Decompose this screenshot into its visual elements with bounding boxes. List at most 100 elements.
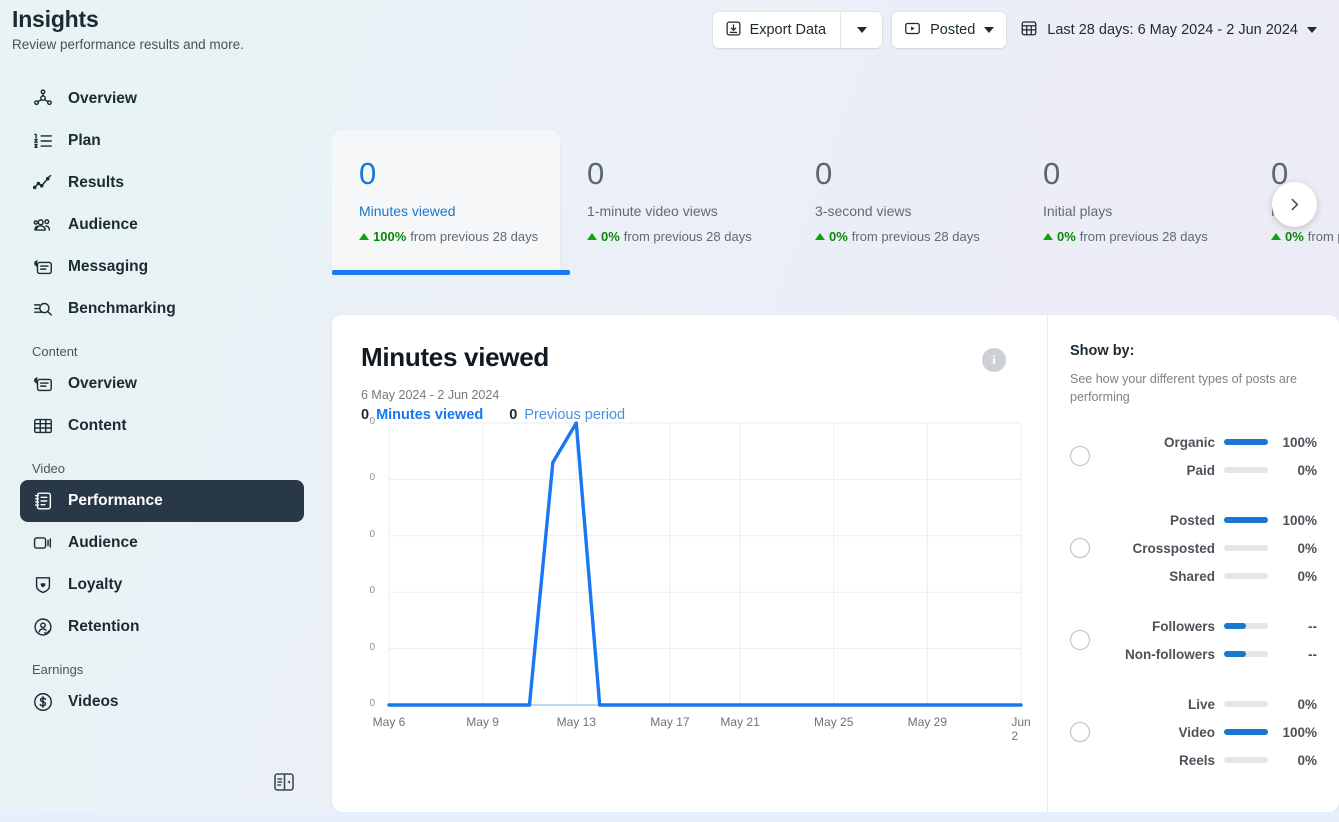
sidebar-item-label: Plan xyxy=(68,132,101,150)
show-by-row: Reels 0% xyxy=(1100,746,1317,774)
show-by-title: Show by: xyxy=(1070,343,1317,359)
show-by-radio-distribution[interactable] xyxy=(1070,446,1090,466)
show-by-row: Shared0% xyxy=(1100,562,1317,590)
sidebar-item-content[interactable]: Content xyxy=(20,405,304,447)
metric-card[interactable]: 0Minutes viewed100%from previous 28 days xyxy=(332,130,560,275)
chart-title: Minutes viewed xyxy=(361,342,1047,373)
export-data-button[interactable]: Export Data xyxy=(713,12,841,48)
show-by-row: Organic100% xyxy=(1100,428,1317,456)
sidebar-item-messaging[interactable]: Messaging xyxy=(20,246,304,288)
x-axis-tick-label: May 17 xyxy=(650,715,689,729)
show-by-group-media-type: Live0%Video100%Reels0% xyxy=(1070,690,1317,774)
date-range-picker[interactable]: Last 28 days: 6 May 2024 - 2 Jun 2024 xyxy=(1016,19,1321,41)
page-header: Insights Review performance results and … xyxy=(12,6,244,52)
sidebar-item-label: Retention xyxy=(68,618,139,636)
show-by-row-label: Reels xyxy=(1100,753,1215,768)
sidebar-item-plan[interactable]: Plan xyxy=(20,120,304,162)
show-by-row-value: 100% xyxy=(1277,513,1317,528)
metrics-next-button[interactable] xyxy=(1272,182,1317,227)
sidebar-item-retention[interactable]: Retention xyxy=(20,606,304,648)
show-by-row-label: Followers xyxy=(1100,619,1215,634)
sidebar-collapse-button[interactable] xyxy=(272,770,296,794)
metric-label: 1-minute video views xyxy=(587,203,788,219)
sidebar-item-benchmarking[interactable]: Benchmarking xyxy=(20,288,304,330)
show-by-row-label: Video xyxy=(1100,725,1215,740)
show-by-row-bar xyxy=(1224,623,1268,629)
posted-filter-group[interactable]: Posted xyxy=(892,12,1006,48)
sidebar-item-loyalty[interactable]: Loyalty xyxy=(20,564,304,606)
metric-delta-value: 0% xyxy=(1057,229,1076,244)
export-data-button-group[interactable]: Export Data xyxy=(713,12,883,48)
trend-up-icon xyxy=(587,233,597,240)
calendar-icon xyxy=(1020,19,1038,41)
metric-card[interactable]: 03-second views0%from previous 28 days xyxy=(788,130,1016,275)
sidebar-item-overview[interactable]: Overview xyxy=(20,78,304,120)
sidebar-group-label: Content xyxy=(32,344,320,359)
show-by-radio-media-type[interactable] xyxy=(1070,722,1090,742)
sidebar-item-performance[interactable]: Performance xyxy=(20,480,304,522)
bottom-strip xyxy=(0,812,1339,822)
metric-delta-value: 100% xyxy=(373,229,406,244)
show-by-row-bar xyxy=(1224,439,1268,445)
info-icon[interactable]: i xyxy=(982,348,1006,372)
trend-up-icon xyxy=(359,233,369,240)
metric-delta-suffix: from previous 28 days xyxy=(1308,229,1339,244)
show-by-row: Video 100% xyxy=(1100,718,1317,746)
show-by-row: Paid0% xyxy=(1100,456,1317,484)
sidebar-item-label: Overview xyxy=(68,90,137,108)
x-axis-tick-label: May 21 xyxy=(720,715,759,729)
notebook-icon xyxy=(32,490,54,512)
show-by-row-bar xyxy=(1224,573,1268,579)
sidebar-item-results[interactable]: Results xyxy=(20,162,304,204)
show-by-row-value: 0% xyxy=(1277,753,1317,768)
sidebar-item-label: Overview xyxy=(68,375,137,393)
metric-card[interactable]: 01-minute video views0%from previous 28 … xyxy=(560,130,788,275)
x-axis-tick-label: May 29 xyxy=(908,715,947,729)
metric-delta-suffix: from previous 28 days xyxy=(852,229,980,244)
metric-delta: 0%from previous 28 days xyxy=(1271,229,1339,244)
show-by-row-bar xyxy=(1224,729,1268,735)
metric-delta: 100% from previous 28 days xyxy=(359,229,560,244)
metric-value: 0 xyxy=(1043,158,1244,189)
sidebar-item-label: Results xyxy=(68,174,124,192)
show-by-group-distribution: Organic100%Paid0% xyxy=(1070,428,1317,484)
show-by-radio-post-type[interactable] xyxy=(1070,538,1090,558)
show-by-row-value: 100% xyxy=(1277,725,1317,740)
metric-card-strip: 0 Minutes viewed 100% from previous 28 days… xyxy=(332,130,1339,275)
chart-date-range: 6 May 2024 - 2 Jun 2024 xyxy=(361,388,1047,402)
show-by-row-bar xyxy=(1224,651,1268,657)
sidebar-item-label: Messaging xyxy=(68,258,148,276)
show-by-row-label: Paid xyxy=(1100,463,1215,478)
metric-label: Minutes viewed xyxy=(359,203,560,219)
chevron-down-icon xyxy=(857,27,867,33)
show-by-description: See how your different types of posts ar… xyxy=(1070,370,1317,406)
metric-card[interactable]: 0Initial plays0%from previous 28 days xyxy=(1016,130,1244,275)
show-by-row-value: 0% xyxy=(1277,569,1317,584)
posted-filter-button[interactable]: Posted xyxy=(892,12,1006,48)
metric-label: Initial plays xyxy=(1043,203,1244,219)
network-nodes-icon xyxy=(32,88,54,110)
metric-value: 0 xyxy=(587,158,788,189)
sidebar-item-label: Benchmarking xyxy=(68,300,176,318)
show-by-radio-follower-status[interactable] xyxy=(1070,630,1090,650)
trend-up-icon xyxy=(1043,233,1053,240)
show-by-row-value: 100% xyxy=(1277,435,1317,450)
sidebar-item-overview[interactable]: Overview xyxy=(20,363,304,405)
sidebar-item-audience[interactable]: Audience xyxy=(20,522,304,564)
show-by-row-value: -- xyxy=(1277,647,1317,662)
metric-delta-suffix: from previous 28 days xyxy=(410,229,538,244)
x-axis-tick-label: May 13 xyxy=(557,715,596,729)
sidebar-item-audience[interactable]: Audience xyxy=(20,204,304,246)
message-cards-icon xyxy=(32,256,54,278)
date-range-label: Last 28 days: 6 May 2024 - 2 Jun 2024 xyxy=(1047,22,1298,38)
video-play-icon xyxy=(904,20,921,41)
show-by-row: Non-followers-- xyxy=(1100,640,1317,668)
show-by-rows: Live0%Video100%Reels0% xyxy=(1100,690,1317,774)
metric-delta-suffix: from previous 28 days xyxy=(624,229,752,244)
minutes-viewed-panel: Minutes viewed 6 May 2024 - 2 Jun 2024 0… xyxy=(332,315,1339,812)
x-axis-tick-label: May 9 xyxy=(466,715,499,729)
export-data-dropdown-button[interactable] xyxy=(840,12,882,48)
sidebar-group-label: Video xyxy=(32,461,320,476)
sidebar-item-videos[interactable]: Videos xyxy=(20,681,304,723)
metric-delta: 0%from previous 28 days xyxy=(815,229,1016,244)
